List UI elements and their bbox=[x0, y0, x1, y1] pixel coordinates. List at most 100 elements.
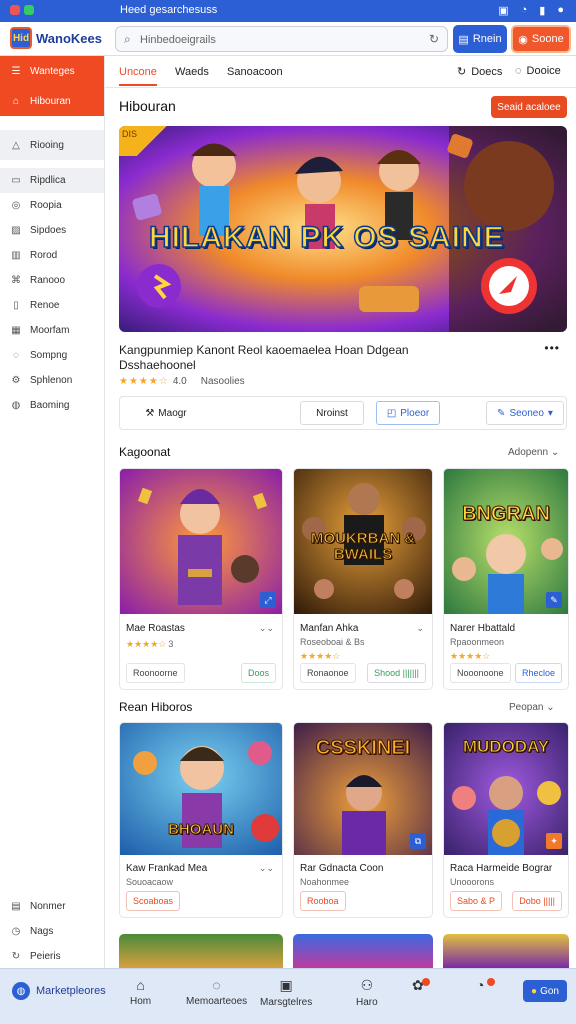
game-card[interactable]: CSSKINEI ⧉ Rar Gdnacta Coon Noahonmee Ro… bbox=[293, 722, 433, 918]
sidebar-item-label: Wanteges bbox=[30, 65, 75, 77]
header-secondary-button[interactable]: ◉ Soone bbox=[511, 25, 571, 53]
description-line-2: Dsshaehoonel bbox=[119, 358, 196, 372]
star-rating: ★★★★☆ bbox=[450, 651, 491, 661]
game-card[interactable]: ⤢ Mae Roastas ⌄⌄ ★★★★☆ 3 Roonoorne Doos bbox=[119, 468, 283, 690]
card-image: MOUKRBAN & BWAILS bbox=[294, 469, 432, 614]
row2-more[interactable]: Peopan ⌄ bbox=[509, 702, 555, 713]
bottom-cta-button[interactable]: ● Gon bbox=[523, 980, 567, 1002]
edit-icon: ✎ bbox=[497, 407, 506, 419]
tab-action-2[interactable]: ◌ Dooice bbox=[515, 65, 561, 77]
tab-1[interactable]: Waeds bbox=[175, 66, 209, 78]
avatar-icon[interactable]: ● bbox=[557, 4, 564, 17]
card-button[interactable]: Rooboa bbox=[300, 891, 346, 911]
featured-description: Kangpunmiep Kanont Reol kaoemaelea Hoan … bbox=[119, 343, 419, 373]
row1-more-label: Adopenn bbox=[508, 447, 549, 458]
card-secondary-button[interactable]: Nooonoone bbox=[450, 663, 511, 683]
bell-icon: △ bbox=[12, 139, 20, 151]
game-card-partial[interactable] bbox=[119, 934, 283, 968]
sidebar-item-7[interactable]: ⌘ Ranooo bbox=[0, 268, 104, 293]
min-dot[interactable] bbox=[24, 5, 34, 15]
sidebar-item-2[interactable]: △ Riooing bbox=[0, 130, 104, 160]
card-secondary-button[interactable]: Roonoorne bbox=[126, 663, 185, 683]
sidebar: ☰ Wanteges ⌂ Hibouran △ Riooing ▭ Ripdlica ◎… bbox=[0, 56, 105, 968]
chat-icon: ◌ bbox=[515, 65, 522, 77]
tab-action-1[interactable]: ↻ Doecs bbox=[457, 65, 502, 79]
hero-banner[interactable]: DIS HILAKAN PK OS SAINE bbox=[119, 126, 567, 332]
sidebar-item-11[interactable]: ⚙ Sphlenon bbox=[0, 368, 104, 393]
coin-icon: ● bbox=[531, 985, 538, 997]
more-icon[interactable]: ⌄ bbox=[416, 623, 424, 634]
chevron-down-icon: ▾ bbox=[547, 407, 553, 419]
sidebar-item-4[interactable]: ◎ Roopia bbox=[0, 193, 104, 218]
sidebar-bottom-2[interactable]: ↻ Peieris bbox=[0, 944, 104, 969]
more-icon[interactable]: ••• bbox=[544, 341, 560, 355]
sidebar-item-3[interactable]: ▭ Ripdlica bbox=[0, 168, 104, 193]
card-title: Manfan Ahka bbox=[300, 623, 359, 634]
window-controls bbox=[10, 5, 34, 15]
copy-icon[interactable]: ⧉ bbox=[410, 833, 426, 849]
card-primary-button[interactable]: Doos bbox=[240, 663, 276, 683]
wand-icon: ⚒ bbox=[145, 407, 155, 419]
sidebar-item-10[interactable]: ◌ Sompng bbox=[0, 343, 104, 368]
signal-icon: ▮ bbox=[539, 5, 546, 17]
game-card-partial[interactable] bbox=[443, 934, 569, 968]
nav-item-3[interactable]: ⚇ Haro bbox=[356, 977, 378, 1008]
sidebar-item-12[interactable]: ◍ Baoming bbox=[0, 393, 104, 418]
action-button-3[interactable]: ◰ Ploeor bbox=[376, 401, 440, 425]
row1-more[interactable]: Adopenn ⌄ bbox=[508, 447, 559, 458]
action-label: Nroinst bbox=[316, 407, 348, 419]
refresh-icon: ↻ bbox=[11, 951, 21, 962]
sidebar-item-label: Moorfam bbox=[30, 325, 70, 336]
game-card[interactable]: MOUKRBAN & BWAILS Manfan Ahka ⌄ Roseoboa… bbox=[293, 468, 433, 690]
edit-icon[interactable]: ✎ bbox=[546, 592, 562, 608]
sidebar-item-8[interactable]: ▯ Renoe bbox=[0, 293, 104, 318]
card-button[interactable]: Scoaboas bbox=[126, 891, 181, 911]
target-icon: ◎ bbox=[11, 200, 21, 211]
close-dot[interactable] bbox=[10, 5, 20, 15]
sidebar-item-5[interactable]: ▨ Sipdoes bbox=[0, 218, 104, 243]
game-card[interactable]: BHOAUN Kaw Frankad Mea ⌄⌄ Souoacaow Scoa… bbox=[119, 722, 283, 918]
action-label: Ploeor bbox=[400, 407, 430, 419]
action-button-2[interactable]: Nroinst bbox=[300, 401, 364, 425]
action-label: Maogr bbox=[158, 407, 187, 419]
nav-item-1[interactable]: ◌ Memoarteoes bbox=[186, 977, 247, 1007]
card-button-2[interactable]: Dobo ||||| bbox=[512, 891, 562, 911]
marketplace-link[interactable]: ◍ Marketpleores bbox=[12, 982, 106, 1000]
game-card-partial[interactable] bbox=[293, 934, 433, 968]
card-title: Mae Roastas bbox=[126, 623, 185, 634]
sidebar-item-label: Ripdlica bbox=[30, 175, 66, 186]
refresh-icon[interactable]: ↻ bbox=[429, 32, 439, 46]
card-secondary-button[interactable]: Ronaonoe bbox=[300, 663, 356, 683]
action-button-4[interactable]: ✎ Seoneo ▾ bbox=[486, 401, 564, 425]
sidebar-item-0[interactable]: ☰ Wanteges bbox=[0, 56, 104, 86]
more-icon[interactable]: ⌄⌄ bbox=[259, 863, 274, 874]
card-primary-button[interactable]: Rhecloe bbox=[514, 663, 562, 683]
more-icon[interactable]: ⌄⌄ bbox=[259, 623, 274, 634]
tab-0[interactable]: Uncone bbox=[119, 66, 157, 86]
header-primary-label: Rnein bbox=[472, 33, 502, 45]
card-button[interactable]: Sabo & P bbox=[450, 891, 503, 911]
card-primary-button[interactable]: Shood ||||||| bbox=[367, 663, 426, 683]
sidebar-item-label: Baoming bbox=[30, 400, 70, 411]
sidebar-item-6[interactable]: ▥ Rorod bbox=[0, 243, 104, 268]
sidebar-item-label: Nonmer bbox=[30, 901, 66, 912]
globe-icon: ◍ bbox=[12, 982, 30, 1000]
featured-cta-button[interactable]: Seaid acaloee bbox=[491, 96, 567, 118]
nav-item-0[interactable]: ⌂ Hom bbox=[130, 977, 151, 1007]
app-logo[interactable]: Hid WanoKees bbox=[10, 27, 102, 49]
sidebar-item-1[interactable]: ⌂ Hibouran bbox=[0, 86, 104, 116]
action-button-1[interactable]: ⚒ Maogr bbox=[126, 401, 206, 425]
sidebar-item-9[interactable]: ▦ Moorfam bbox=[0, 318, 104, 343]
card-image-title: BNGRAN bbox=[462, 503, 551, 526]
gift-icon[interactable]: ✦ bbox=[546, 833, 562, 849]
tab-bar: Uncone Waeds Sanoacoon ↻ Doecs ◌ Dooice bbox=[105, 56, 576, 88]
search-input[interactable]: ⌕ Hinbedoeigrails ↻ bbox=[115, 26, 448, 52]
game-card[interactable]: MUDODAY ✦ Raca Harmeide Bograr Unooorons… bbox=[443, 722, 569, 918]
header-primary-button[interactable]: ▤ Rnein bbox=[453, 25, 507, 53]
sidebar-bottom-0[interactable]: ▤ Nonmer bbox=[0, 894, 104, 919]
sidebar-bottom-1[interactable]: ◷ Nags bbox=[0, 919, 104, 944]
nav-item-5[interactable]: ◔ bbox=[476, 977, 484, 996]
game-card[interactable]: BNGRAN ✎ Narer Hbattald Rpaoonmeon ★★★★☆… bbox=[443, 468, 569, 690]
nav-item-2[interactable]: ▣ Marsgtelres bbox=[260, 977, 312, 1008]
tab-2[interactable]: Sanoacoon bbox=[227, 66, 283, 78]
